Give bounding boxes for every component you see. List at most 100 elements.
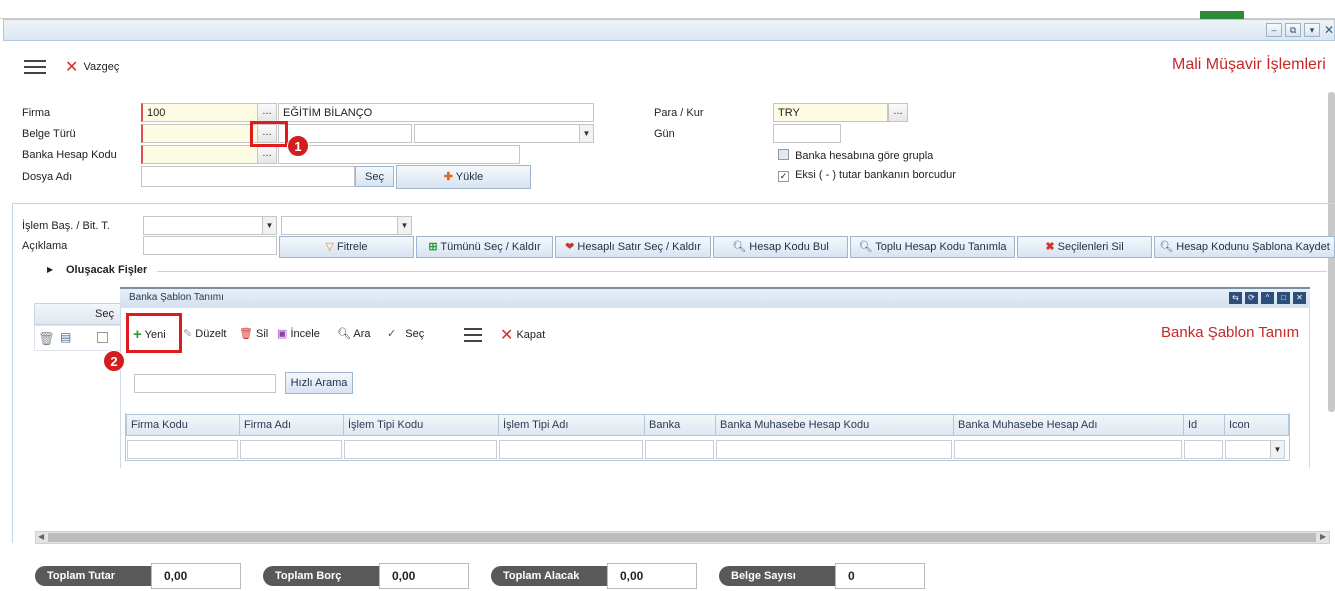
belge-turu-label: Belge Türü (22, 128, 76, 140)
col-banka-muhasebe-kodu[interactable]: Banka Muhasebe Hesap Kodu (715, 414, 953, 436)
col-islem-tipi-adi[interactable]: İşlem Tipi Adı (498, 414, 644, 436)
modal-close-icon[interactable]: ✕ (1293, 292, 1306, 304)
quick-search-input[interactable] (134, 374, 276, 393)
belge-turu-input[interactable] (141, 124, 258, 143)
close-icon[interactable]: ✕ (1324, 23, 1334, 37)
toplu-hesap-label: Toplu Hesap Kodu Tanımla (875, 241, 1007, 253)
scroll-right-icon[interactable]: ▶ (1320, 532, 1326, 541)
section-title: Oluşacak Fişler (66, 264, 148, 276)
yukle-button[interactable]: ✚ Yükle (396, 165, 531, 189)
modal-heading: Banka Şablon Tanım (1161, 324, 1300, 341)
quick-search-button[interactable]: Hızlı Arama (285, 372, 353, 394)
belge-sayisi-value: 0 (835, 563, 925, 589)
hesap-kodu-bul-button[interactable]: 🔍︎ Hesap Kodu Bul (713, 236, 848, 258)
filter-banka-muhasebe-kodu[interactable] (716, 440, 952, 459)
filter-banka[interactable] (645, 440, 714, 459)
hamburger-menu-icon[interactable] (24, 60, 46, 76)
secilenleri-sil-button[interactable]: ✖ Seçilenleri Sil (1017, 236, 1152, 258)
row-select-checkbox[interactable] (97, 332, 108, 343)
hesapli-satir-button[interactable]: ❤ Hesaplı Satır Seç / Kaldır (555, 236, 711, 258)
modal-title: Banka Şablon Tanımı (129, 292, 224, 303)
col-icon[interactable]: Icon (1224, 414, 1289, 436)
banka-hesap-lookup-button[interactable]: ... (257, 145, 277, 164)
gun-label: Gün (654, 128, 675, 140)
sil-button[interactable]: 🗑︎ Sil (239, 327, 268, 340)
yukle-label: Yükle (455, 171, 484, 183)
hesap-kodu-bul-label: Hesap Kodu Bul (749, 241, 829, 253)
aciklama-input[interactable] (143, 236, 277, 255)
eksi-label: Eksi ( - ) tutar bankanın borcudur (795, 169, 956, 181)
scrollbar-thumb[interactable] (48, 533, 1316, 542)
heart-icon: ❤ (565, 241, 575, 253)
scroll-left-icon[interactable]: ◀ (38, 532, 44, 541)
step-badge-1: 1 (287, 135, 309, 157)
delete-x-icon: ✖ (1045, 241, 1055, 253)
document-icon[interactable]: ▤ (60, 330, 71, 344)
col-firma-adi[interactable]: Firma Adı (239, 414, 343, 436)
modal-pin-icon[interactable]: ⇆ (1229, 292, 1242, 304)
sablona-kaydet-button[interactable]: 🔍︎ Hesap Kodunu Şablona Kaydet (1154, 236, 1335, 258)
firma-code-input[interactable]: 100 (141, 103, 258, 122)
modal-collapse-icon[interactable]: ^ (1261, 292, 1274, 304)
minimize-icon[interactable]: – (1266, 23, 1282, 37)
expand-arrow-icon[interactable]: ▶ (47, 265, 53, 274)
filter-id[interactable] (1184, 440, 1223, 459)
filter-islem-tipi-kodu[interactable] (344, 440, 497, 459)
para-kur-lookup-button[interactable]: ... (888, 103, 908, 122)
eksi-checkbox[interactable]: ✓ (778, 171, 789, 182)
duzelt-button[interactable]: ✎ Düzelt (183, 327, 226, 340)
filter-islem-tipi-adi[interactable] (499, 440, 643, 459)
col-firma-kodu[interactable]: Firma Kodu (126, 414, 239, 436)
eksi-checkbox-row[interactable]: ✓ Eksi ( - ) tutar bankanın borcudur (778, 169, 956, 182)
filter-firma-kodu[interactable] (127, 440, 238, 459)
sec-file-button[interactable]: Seç (355, 166, 394, 187)
sec-button[interactable]: ✓ Seç (387, 327, 424, 340)
dosya-adi-input[interactable] (141, 166, 355, 187)
restore-icon[interactable]: ⧉ (1285, 23, 1301, 37)
kapat-button[interactable]: ✕ Kapat (500, 325, 545, 345)
banka-hesap-name-field (278, 145, 520, 164)
filter-banka-muhasebe-adi[interactable] (954, 440, 1182, 459)
col-islem-tipi-kodu[interactable]: İşlem Tipi Kodu (343, 414, 498, 436)
outer-window-strip (0, 0, 1335, 19)
sil-label: Sil (256, 328, 269, 340)
search-icon: 🔍︎ (732, 241, 747, 253)
belge-turu-combo[interactable]: ▼ (414, 124, 594, 143)
close-x-icon: ✕ (65, 59, 79, 76)
col-id[interactable]: Id (1183, 414, 1224, 436)
modal-refresh-icon[interactable]: ⟳ (1245, 292, 1258, 304)
fitrele-label: Fitrele (336, 241, 368, 253)
filter-firma-adi[interactable] (240, 440, 342, 459)
para-kur-input[interactable]: TRY (773, 103, 888, 122)
firma-lookup-button[interactable]: ... (257, 103, 277, 122)
plus-square-icon: ⊞ (428, 241, 438, 253)
filter-icon: ▽ (325, 241, 334, 253)
col-banka-muhasebe-adi[interactable]: Banka Muhasebe Hesap Adı (953, 414, 1183, 436)
edit-icon: ✎ (183, 328, 193, 340)
modal-hamburger-icon[interactable] (464, 328, 482, 344)
gun-input[interactable] (773, 124, 841, 143)
chevron-down-icon: ▼ (579, 125, 593, 142)
fitrele-button[interactable]: ▽ Fitrele (279, 236, 414, 258)
sablona-kaydet-label: Hesap Kodunu Şablona Kaydet (1176, 241, 1330, 253)
banka-hesap-kodu-input[interactable] (141, 145, 258, 164)
grupla-checkbox-row[interactable]: Banka hesabına göre grupla (778, 149, 933, 163)
incele-button[interactable]: ▣ İncele (277, 327, 320, 340)
toplam-alacak-label: Toplam Alacak (491, 566, 609, 586)
para-kur-label: Para / Kur (654, 107, 704, 119)
toplu-hesap-button[interactable]: 🔍︎ Toplu Hesap Kodu Tanımla (850, 236, 1015, 258)
modal-maximize-icon[interactable]: □ (1277, 292, 1290, 304)
aciklama-label: Açıklama (22, 240, 68, 252)
ara-button[interactable]: 🔍︎ Ara (337, 327, 371, 340)
islem-start-date[interactable]: ▼ (143, 216, 277, 235)
tumunu-sec-button[interactable]: ⊞ Tümünü Seç / Kaldır (416, 236, 553, 258)
menu-down-icon[interactable]: ▾ (1304, 23, 1320, 37)
grupla-checkbox[interactable] (778, 149, 789, 160)
islem-end-date[interactable]: ▼ (281, 216, 412, 235)
cancel-button[interactable]: ✕ Vazgeç (65, 57, 119, 77)
hesapli-satir-label: Hesaplı Satır Seç / Kaldır (577, 241, 701, 253)
firma-label: Firma (22, 107, 51, 119)
filter-icon-combo[interactable]: ▼ (1225, 440, 1285, 459)
col-banka[interactable]: Banka (644, 414, 715, 436)
trash-icon[interactable]: 🗑︎ (38, 331, 55, 347)
